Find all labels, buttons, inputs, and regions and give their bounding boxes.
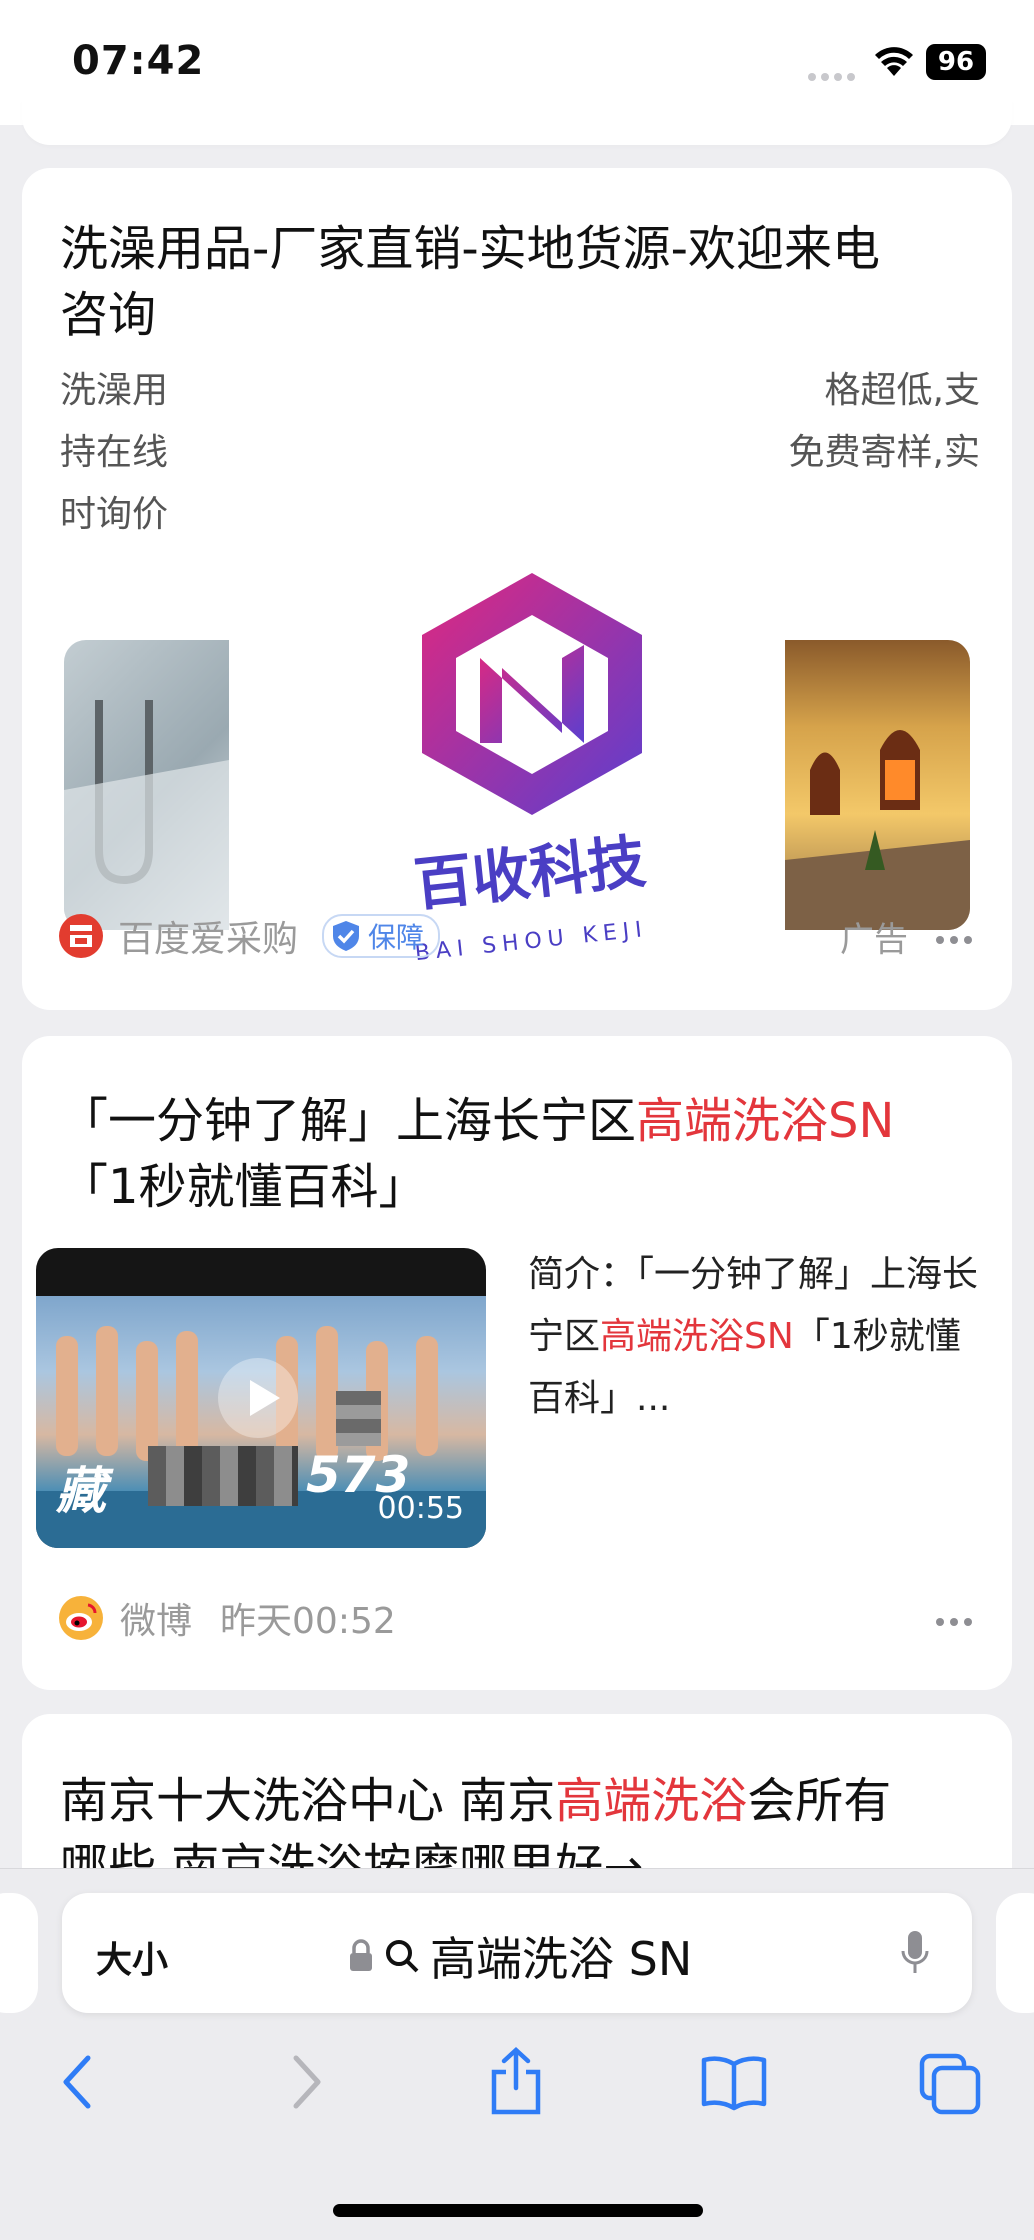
back-icon[interactable] — [58, 2052, 98, 2112]
shield-check-icon — [333, 921, 360, 951]
status-time: 07:42 — [72, 38, 205, 84]
mic-icon[interactable] — [900, 1929, 930, 1977]
ad-source-row: 百度爱采购 保障 — [58, 910, 441, 962]
ad-title[interactable]: 洗澡用品-厂家直销-实地货源-欢迎来电 咨询 — [60, 216, 880, 348]
video-title[interactable]: 「一分钟了解」上海长宁区高端洗浴SN 「1秒就懂百科」 — [60, 1088, 980, 1220]
watermark-text-cn: 百收科技 — [411, 827, 649, 919]
search-query-text[interactable]: 高端洗浴 SN — [430, 1923, 692, 1989]
lock-icon — [350, 1939, 372, 1971]
watermark-text-en: BAI SHOU KEJI — [414, 917, 649, 966]
mosaic-blur-2 — [336, 1391, 381, 1446]
video-duration: 00:55 — [377, 1491, 464, 1526]
ad-result-card[interactable]: 洗澡用品-厂家直销-实地货源-欢迎来电 咨询 洗澡用 格超低,支 持在线 免费寄样,… — [22, 168, 1012, 1010]
video-overlay-text: 藏 — [56, 1462, 106, 1520]
previous-card-edge — [22, 100, 1012, 145]
previous-tab-peek[interactable] — [0, 1893, 38, 2013]
search-icon — [386, 1940, 419, 1973]
mosaic-blur — [148, 1446, 298, 1506]
video-summary: 简介：「一分钟了解」上海长宁区高端洗浴SN「1秒就懂百科」... — [528, 1254, 979, 1419]
battery-icon: 96 — [926, 44, 986, 80]
video-thumbnail[interactable]: 藏 573 00:55 — [36, 1248, 486, 1548]
address-query[interactable]: 高端洗浴 SN — [348, 1923, 692, 1989]
cellular-dots-icon — [808, 66, 860, 85]
baidu-logo-icon — [59, 914, 103, 958]
tabs-icon[interactable] — [918, 2052, 982, 2116]
video-time: 昨天00:52 — [220, 1601, 396, 1642]
wifi-icon — [875, 47, 913, 76]
weibo-icon — [59, 1596, 103, 1640]
share-icon[interactable] — [488, 2046, 544, 2116]
play-icon[interactable] — [218, 1358, 298, 1438]
ad-description: 洗澡用 格超低,支 持在线 免费寄样,实 时询价 — [60, 370, 980, 535]
guarantee-badge: 保障 — [322, 914, 441, 958]
home-indicator — [333, 2204, 703, 2217]
bookmarks-icon[interactable] — [700, 2052, 768, 2112]
address-bar[interactable]: 大小 高端洗浴 SN — [62, 1893, 972, 2013]
forward-icon[interactable] — [286, 2052, 326, 2112]
ad-source: 百度爱采购 — [118, 919, 299, 960]
ad-label: 广告 — [840, 920, 908, 960]
text-size-button[interactable]: 大小 — [96, 1931, 168, 1983]
next-tab-peek[interactable] — [996, 1893, 1034, 2013]
ad-image-bathtub[interactable] — [64, 640, 229, 930]
more-icon[interactable] — [936, 1618, 972, 1626]
video-source: 微博 — [120, 1601, 193, 1642]
ad-image-spa-room[interactable] — [785, 640, 970, 930]
video-source-row: 微博 昨天00:52 — [58, 1592, 396, 1644]
more-icon[interactable] — [936, 936, 972, 944]
